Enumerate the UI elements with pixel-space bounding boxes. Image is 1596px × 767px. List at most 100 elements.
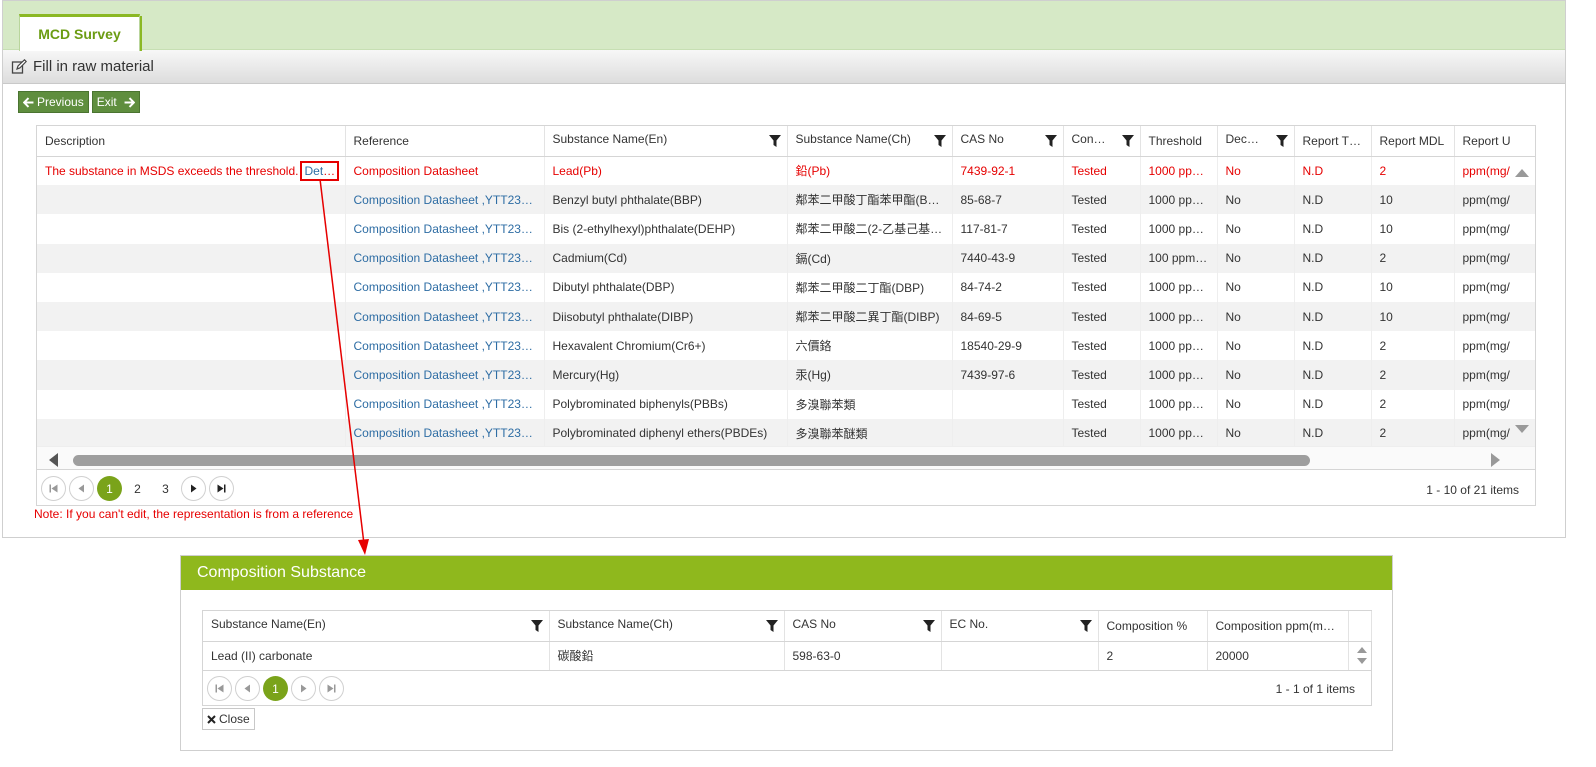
scroll-down-icon[interactable] [1515,425,1529,433]
report-t-cell: N.D [1294,331,1372,361]
threshold-cell: 100 ppm… [1140,243,1218,273]
col-report-mdl[interactable]: Report MDL [1371,126,1455,157]
close-button[interactable]: Close [202,708,255,730]
cas-cell: 117-81-7 [952,214,1064,244]
filter-icon[interactable] [1079,620,1092,632]
table-row[interactable]: Composition Datasheet ,YTT23… Mercury(Hg… [37,360,1535,390]
next-page-icon [191,484,197,493]
col-composition-pct[interactable]: Composition % [1098,611,1208,642]
tab-mcd-survey[interactable]: MCD Survey [19,14,142,51]
first-page-button[interactable] [207,676,232,701]
col-cas[interactable]: CAS No [952,126,1064,157]
col-threshold[interactable]: Threshold [1140,126,1218,157]
col-cas[interactable]: CAS No [784,611,942,642]
table-row[interactable]: Composition Datasheet ,YTT23… Polybromin… [37,389,1535,419]
filter-icon[interactable] [530,620,543,632]
filter-icon[interactable] [1044,135,1057,147]
page-1-button[interactable]: 1 [97,476,122,501]
reference-link[interactable]: Composition Datasheet ,YTT23… [345,301,545,332]
col-report-unit[interactable]: Report U [1454,126,1535,157]
previous-button[interactable]: Previous [18,91,89,113]
filter-icon[interactable] [922,620,935,632]
sort-arrows-icon[interactable] [1357,646,1367,666]
filter-icon[interactable] [1275,135,1288,147]
col-name-ch[interactable]: Substance Name(Ch) [549,611,785,642]
name-en-cell: Lead (II) carbonate [203,641,550,671]
table-row[interactable]: Composition Datasheet ,YTT23… Dibutyl ph… [37,272,1535,302]
col-name-ch[interactable]: Substance Name(Ch) [787,126,953,157]
filter-icon[interactable] [768,135,781,147]
reference-link[interactable]: Composition Datasheet ,YTT23… [345,331,545,361]
reference-link[interactable]: Composition Datasheet ,YTT23… [345,389,545,419]
page-2-button[interactable]: 2 [125,476,150,501]
dec-cell: No [1217,156,1295,186]
col-description[interactable]: Description [37,126,346,157]
close-label: Close [219,712,250,726]
table-row[interactable]: Composition Datasheet ,YTT23… Hexavalent… [37,331,1535,361]
reference-link[interactable]: Composition Datasheet ,YTT23… [345,243,545,273]
prev-page-button[interactable] [69,476,94,501]
scroll-left-icon[interactable] [49,453,58,467]
table-row[interactable]: Composition Datasheet ,YTT23… Bis (2-eth… [37,214,1535,244]
col-label: Dec… [1225,132,1259,146]
unit-cell: ppm(mg/ [1454,389,1535,419]
col-label: Substance Name(En) [211,617,326,631]
reference-link[interactable]: Composition Datasheet ,YTT23… [345,272,545,302]
scroll-up-icon[interactable] [1515,169,1529,177]
last-page-button[interactable] [319,676,344,701]
filter-icon[interactable] [765,620,778,632]
exit-button[interactable]: Exit [91,91,140,113]
table-row[interactable]: Composition Datasheet ,YTT23… Diisobutyl… [37,301,1535,332]
composition-substance-dialog: Composition Substance Substance Name(En)… [180,555,1393,751]
col-ec[interactable]: EC No. [941,611,1099,642]
page-1-button[interactable]: 1 [263,676,288,701]
reference-link[interactable]: Composition Datasheet ,YTT23… [345,418,545,448]
col-label: Threshold [1148,133,1202,148]
detail-link[interactable]: Detail [300,160,340,181]
pct-cell: 2 [1098,641,1208,671]
reference-link[interactable]: Composition Datasheet [345,156,545,186]
first-page-button[interactable] [41,476,66,501]
next-page-button[interactable] [291,676,316,701]
next-page-button[interactable] [181,476,206,501]
substance-table: Description Reference Substance Name(En)… [37,126,1535,448]
name-ch-cell: 多溴聯苯類 [787,389,953,419]
name-en-cell: Cadmium(Cd) [544,243,788,273]
scrollbar-thumb[interactable] [73,455,1310,466]
con-cell: Tested [1063,243,1141,273]
cas-cell: 7439-92-1 [952,156,1064,186]
col-name-en[interactable]: Substance Name(En) [203,611,550,642]
filter-icon[interactable] [1121,135,1134,147]
arrow-left-icon [23,96,34,108]
table-row[interactable]: Composition Datasheet ,YTT23… Cadmium(Cd… [37,243,1535,273]
col-con[interactable]: Con… [1063,126,1141,157]
last-page-button[interactable] [209,476,234,501]
col-label: Report MDL [1379,133,1445,148]
scroll-right-icon[interactable] [1491,453,1500,467]
table-row[interactable]: Lead (II) carbonate 碳酸鉛 598-63-0 2 20000 [203,641,1371,671]
table-row[interactable]: The substance in MSDS exceeds the thresh… [37,156,1535,186]
edit-icon [11,58,27,74]
report-t-cell: N.D [1294,214,1372,244]
threshold-cell: 1000 pp… [1140,301,1218,332]
horizontal-scrollbar[interactable] [37,446,1535,470]
prev-page-icon [244,684,250,693]
reference-link[interactable]: Composition Datasheet ,YTT23… [345,185,545,215]
page-3-button[interactable]: 3 [153,476,178,501]
con-cell: Tested [1063,156,1141,186]
col-reference[interactable]: Reference [345,126,545,157]
dec-cell: No [1217,360,1295,390]
table-row[interactable]: Composition Datasheet ,YTT23… Benzyl but… [37,185,1535,215]
col-dec[interactable]: Dec… [1217,126,1295,157]
col-name-en[interactable]: Substance Name(En) [544,126,788,157]
prev-page-button[interactable] [235,676,260,701]
filter-icon[interactable] [933,135,946,147]
report-t-cell: N.D [1294,389,1372,419]
col-report-t[interactable]: Report T… [1294,126,1372,157]
reference-link[interactable]: Composition Datasheet ,YTT23… [345,214,545,244]
table-row[interactable]: Composition Datasheet ,YTT23… Polybromin… [37,418,1535,448]
reference-link[interactable]: Composition Datasheet ,YTT23… [345,360,545,390]
description-cell [37,301,346,332]
name-en-cell: Polybrominated biphenyls(PBBs) [544,389,788,419]
col-composition-ppm[interactable]: Composition ppm(m… [1207,611,1349,642]
